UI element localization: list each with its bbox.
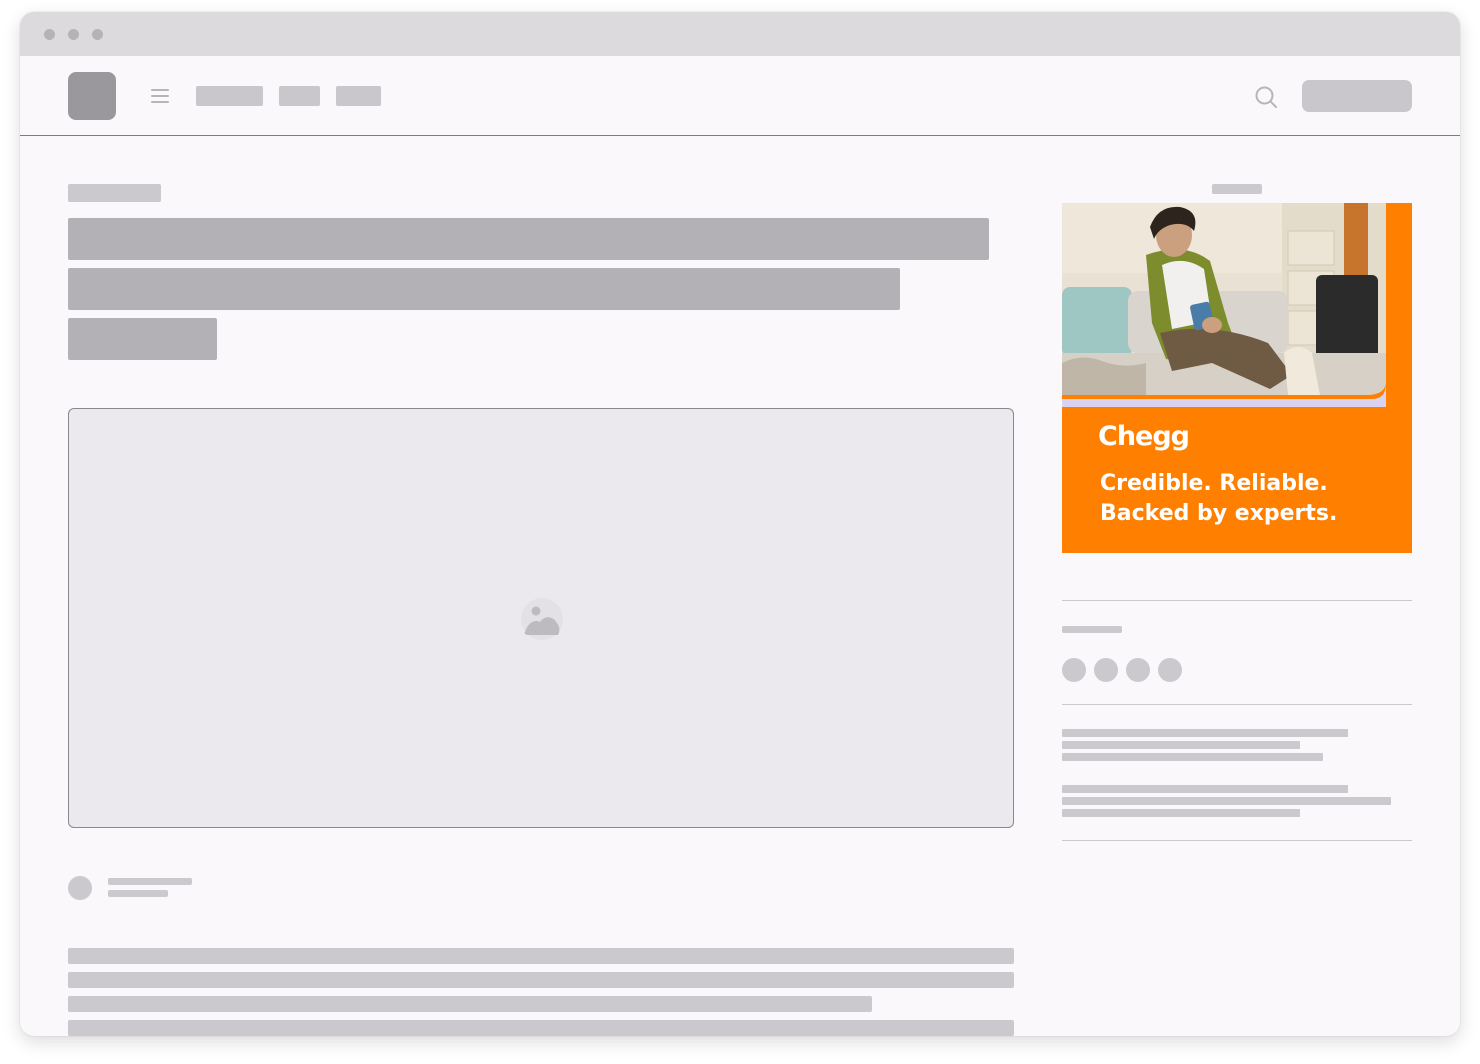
hamburger-menu-icon[interactable] <box>151 89 169 103</box>
window-maximize-button[interactable] <box>92 29 103 40</box>
article-date <box>108 890 168 897</box>
header-cta-button[interactable] <box>1302 80 1412 112</box>
author-name[interactable] <box>108 878 192 885</box>
author-avatar[interactable] <box>68 876 92 900</box>
share-icon[interactable] <box>1158 658 1182 682</box>
sidebar-divider <box>1062 600 1412 601</box>
body-line-1 <box>68 948 1014 964</box>
image-placeholder-icon <box>521 598 563 640</box>
article-category[interactable] <box>68 184 161 202</box>
related-link-line[interactable] <box>1062 729 1348 737</box>
ad-tagline-line-1: Credible. Reliable. <box>1100 471 1328 496</box>
site-header <box>20 56 1460 136</box>
related-link-line[interactable] <box>1062 809 1300 817</box>
body-line-3 <box>68 996 872 1012</box>
search-icon[interactable] <box>1254 85 1278 109</box>
share-icon[interactable] <box>1094 658 1118 682</box>
ad-photo <box>1062 203 1386 407</box>
ad-tagline-line-2: Backed by experts. <box>1100 501 1338 526</box>
chegg-logo: Chegg <box>1098 421 1190 452</box>
share-heading <box>1062 626 1122 633</box>
headline-line-3 <box>68 318 217 360</box>
site-logo[interactable] <box>68 72 116 120</box>
chegg-ad[interactable]: Chegg Credible. Reliable. Backed by expe… <box>1062 203 1412 553</box>
ad-label <box>1212 184 1262 194</box>
window-titlebar <box>20 12 1460 56</box>
ad-tagline: Credible. Reliable. Backed by experts. <box>1100 469 1400 529</box>
nav-item-3[interactable] <box>336 86 381 106</box>
related-link-line[interactable] <box>1062 785 1348 793</box>
share-icon[interactable] <box>1126 658 1150 682</box>
nav-item-1[interactable] <box>196 86 263 106</box>
window-minimize-button[interactable] <box>68 29 79 40</box>
share-icon[interactable] <box>1062 658 1086 682</box>
browser-window: Chegg Credible. Reliable. Backed by expe… <box>20 12 1460 1036</box>
headline-line-2 <box>68 268 900 310</box>
body-line-4 <box>68 1020 1014 1036</box>
sidebar-divider <box>1062 840 1412 841</box>
related-link-line[interactable] <box>1062 753 1323 761</box>
related-link-line[interactable] <box>1062 741 1300 749</box>
headline-line-1 <box>68 218 989 260</box>
hero-media-placeholder[interactable] <box>68 408 1014 828</box>
body-line-2 <box>68 972 1014 988</box>
related-link-line[interactable] <box>1062 797 1391 805</box>
sidebar-divider <box>1062 704 1412 705</box>
window-close-button[interactable] <box>44 29 55 40</box>
nav-item-2[interactable] <box>279 86 320 106</box>
